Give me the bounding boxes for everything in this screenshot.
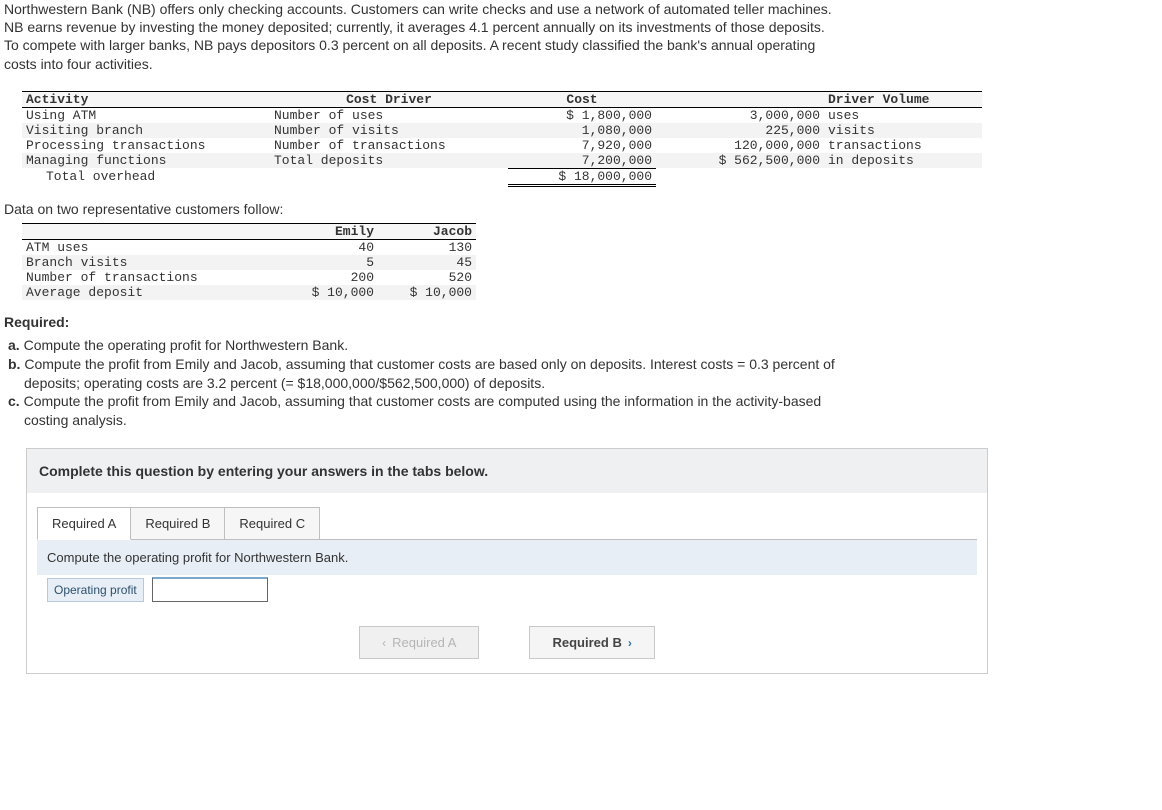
- panel-description: Compute the operating profit for Northwe…: [37, 540, 977, 575]
- customer-table: Emily Jacob ATM uses40130 Branch visits5…: [22, 223, 476, 300]
- tab-bar: Required A Required B Required C: [27, 493, 987, 540]
- table-row: Branch visits545: [22, 255, 476, 270]
- table-row: Processing transactions Number of transa…: [22, 138, 982, 153]
- operating-profit-label: Operating profit: [47, 578, 144, 602]
- instruction-bar: Complete this question by entering your …: [27, 449, 987, 493]
- chevron-left-icon: ‹: [382, 636, 386, 650]
- tab-required-c[interactable]: Required C: [224, 507, 320, 540]
- table-row: ATM uses40130: [22, 239, 476, 255]
- required-heading: Required:: [4, 314, 1162, 330]
- table-row: Managing functions Total deposits 7,200,…: [22, 153, 982, 169]
- answer-box: Complete this question by entering your …: [26, 448, 988, 674]
- prev-button: ‹ Required A: [359, 626, 479, 659]
- required-list: a. Compute the operating profit for Nort…: [8, 336, 1162, 430]
- table-row: Visiting branch Number of visits 1,080,0…: [22, 123, 982, 138]
- next-button[interactable]: Required B ›: [529, 626, 654, 659]
- table-total-row: Total overhead $ 18,000,000: [22, 168, 982, 185]
- table-row: Average deposit$ 10,000$ 10,000: [22, 285, 476, 300]
- activity-cost-table: Activity Cost Driver Cost Driver Volume …: [22, 91, 982, 187]
- tab-required-a[interactable]: Required A: [37, 507, 131, 540]
- intro-text: Northwestern Bank (NB) offers only check…: [4, 0, 1162, 73]
- operating-profit-input[interactable]: [152, 577, 268, 602]
- chevron-right-icon: ›: [628, 636, 632, 650]
- customers-heading: Data on two representative customers fol…: [4, 201, 1162, 217]
- tab-required-b[interactable]: Required B: [130, 507, 225, 540]
- table-row: Number of transactions200520: [22, 270, 476, 285]
- table-row: Using ATM Number of uses $ 1,800,000 3,0…: [22, 107, 982, 123]
